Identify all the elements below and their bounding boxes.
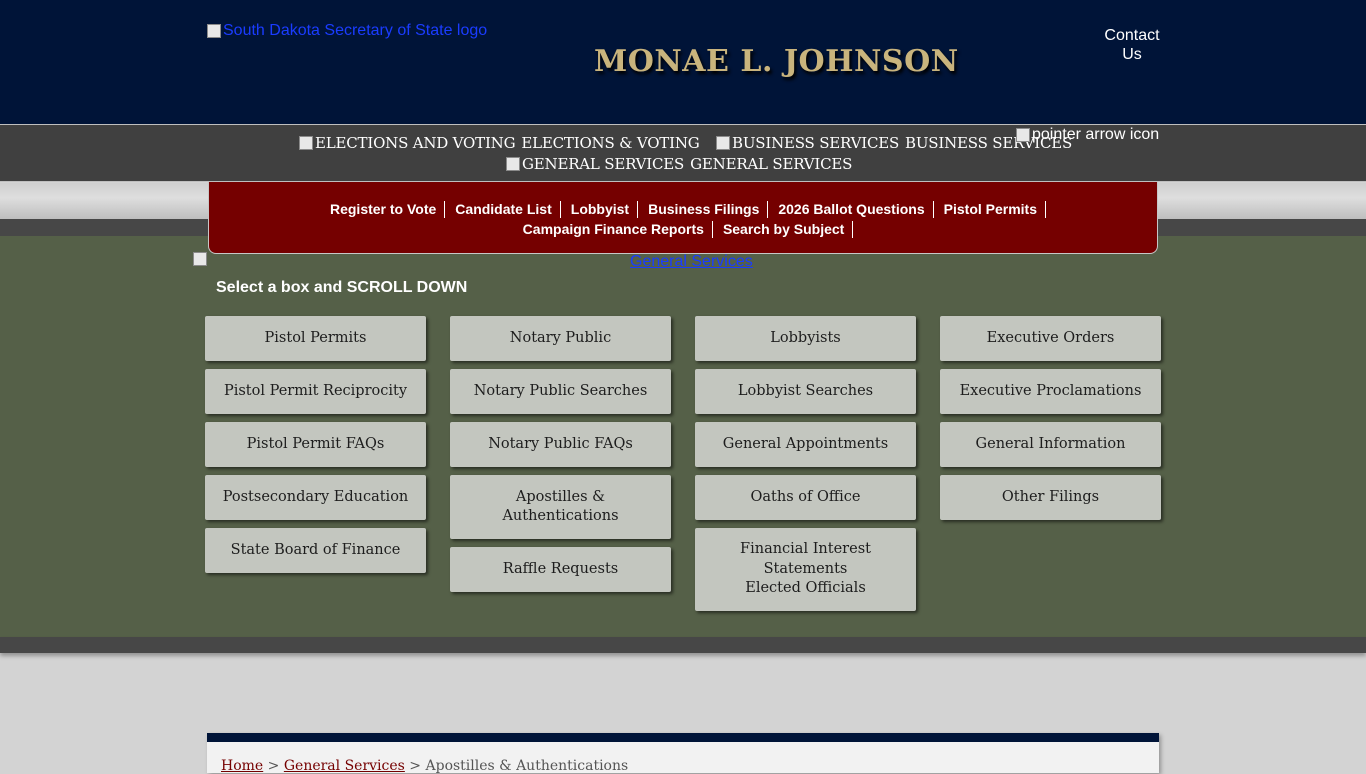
service-box[interactable]: Raffle Requests <box>450 547 671 592</box>
services-column-4: Executive Orders Executive Proclamations… <box>940 316 1161 528</box>
service-box[interactable]: Executive Proclamations <box>940 369 1161 414</box>
service-box[interactable]: Pistol Permits <box>205 316 426 361</box>
breadcrumb-separator: > <box>404 758 426 774</box>
broken-image-icon <box>193 252 207 266</box>
quick-link-pistol-permits[interactable]: Pistol Permits <box>934 201 1047 218</box>
content-card: Home > General Services > Apostilles & A… <box>207 733 1159 774</box>
broken-image-icon <box>299 136 313 150</box>
broken-image-icon <box>1016 128 1030 142</box>
service-box[interactable]: Executive Orders <box>940 316 1161 361</box>
quick-link-lobbyist[interactable]: Lobbyist <box>561 201 639 218</box>
service-box[interactable]: State Board of Finance <box>205 528 426 573</box>
quick-link-business-filings[interactable]: Business Filings <box>638 201 769 218</box>
service-box[interactable]: Apostilles & Authentications <box>450 475 671 539</box>
service-box[interactable]: Lobbyist Searches <box>695 369 916 414</box>
services-column-1: Pistol Permits Pistol Permit Reciprocity… <box>205 316 426 581</box>
service-box[interactable]: Notary Public Searches <box>450 369 671 414</box>
nav-label: ELECTIONS & VOTING <box>521 134 700 152</box>
quick-links-bar: Register to Vote Candidate List Lobbyist… <box>208 182 1158 254</box>
scroll-instruction: Select a box and SCROLL DOWN <box>216 279 468 296</box>
pointer-alt-text: pointer arrow icon <box>1032 126 1160 143</box>
pointer-arrow-icon: pointer arrow icon <box>1016 126 1159 144</box>
service-box[interactable]: General Information <box>940 422 1161 467</box>
services-column-2: Notary Public Notary Public Searches Not… <box>450 316 671 600</box>
nav-image-alt: ELECTIONS AND VOTING <box>315 134 516 152</box>
nav-elections-voting[interactable]: ELECTIONS AND VOTING ELECTIONS & VOTING <box>299 134 700 152</box>
breadcrumb-current: Apostilles & Authentications <box>425 758 629 774</box>
site-title: MONAE L. JOHNSON <box>594 44 959 79</box>
service-box[interactable]: General Appointments <box>695 422 916 467</box>
main-nav <box>0 124 1366 182</box>
service-box[interactable]: Other Filings <box>940 475 1161 520</box>
contact-us-link[interactable]: Contact Us <box>1096 26 1168 64</box>
service-box[interactable]: Notary Public <box>450 316 671 361</box>
service-box[interactable]: Financial Interest Statements Elected Of… <box>695 528 916 611</box>
breadcrumb-separator: > <box>263 758 284 774</box>
divider-strip <box>0 637 1366 653</box>
service-box[interactable]: Pistol Permit FAQs <box>205 422 426 467</box>
general-services-link[interactable]: General Services <box>630 253 753 271</box>
service-box[interactable]: Postsecondary Education <box>205 475 426 520</box>
services-column-3: Lobbyists Lobbyist Searches General Appo… <box>695 316 916 619</box>
nav-image-alt: BUSINESS SERVICES <box>732 134 900 152</box>
breadcrumb-home[interactable]: Home <box>221 758 263 774</box>
logo-alt-text: South Dakota Secretary of State logo <box>223 22 488 39</box>
quick-link-ballot-questions[interactable]: 2026 Ballot Questions <box>768 201 934 218</box>
quick-link-candidate-list[interactable]: Candidate List <box>445 201 561 218</box>
broken-image-icon <box>207 24 221 38</box>
service-box[interactable]: Notary Public FAQs <box>450 422 671 467</box>
quick-link-register-to-vote[interactable]: Register to Vote <box>320 201 446 218</box>
service-box[interactable]: Oaths of Office <box>695 475 916 520</box>
breadcrumb-general-services[interactable]: General Services <box>284 758 405 774</box>
quick-link-search-by-subject[interactable]: Search by Subject <box>713 221 854 238</box>
nav-general-services[interactable]: GENERAL SERVICES GENERAL SERVICES <box>506 155 852 173</box>
nav-image-alt: GENERAL SERVICES <box>522 155 685 173</box>
service-box[interactable]: Lobbyists <box>695 316 916 361</box>
broken-image-icon <box>716 136 730 150</box>
breadcrumb: Home > General Services > Apostilles & A… <box>221 758 628 774</box>
service-box[interactable]: Pistol Permit Reciprocity <box>205 369 426 414</box>
sos-logo-link[interactable]: South Dakota Secretary of State logo <box>207 22 487 40</box>
site-header: South Dakota Secretary of State logo MON… <box>0 0 1366 124</box>
nav-label: GENERAL SERVICES <box>690 155 853 173</box>
quick-link-campaign-finance[interactable]: Campaign Finance Reports <box>513 221 713 238</box>
general-services-banner-image <box>193 252 209 266</box>
broken-image-icon <box>506 157 520 171</box>
